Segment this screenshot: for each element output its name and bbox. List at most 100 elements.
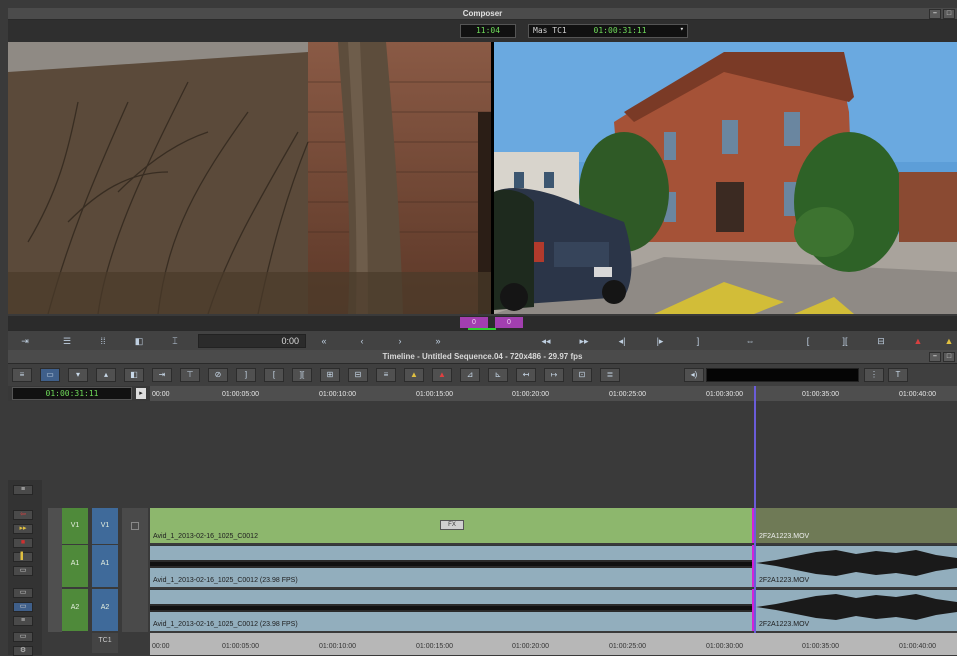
step-forward-button[interactable]: › [389, 334, 411, 348]
a2-clip2-label: 2F2A1223.MOV [759, 621, 810, 628]
trim-right-icon[interactable]: ⊾ [488, 368, 508, 382]
trim-left-icon[interactable]: ⊿ [460, 368, 480, 382]
effect-badge[interactable]: FX [440, 520, 464, 530]
list-view-button[interactable]: ☰ [56, 334, 78, 348]
mark-in-tl-icon[interactable]: [ [264, 368, 284, 382]
clear-marks-button[interactable]: ][ [834, 334, 856, 348]
fast-menu-icon[interactable]: ▸▸ [13, 524, 33, 534]
grid-view-button[interactable]: ⁞⁞ [92, 334, 114, 348]
timeline-menu-icon[interactable]: ≡ [12, 368, 32, 382]
timeline-settings-icon[interactable]: ⋮ [864, 368, 884, 382]
step-back-button[interactable]: ‹ [351, 334, 373, 348]
tc1-track[interactable]: TC1 [92, 633, 118, 653]
timeline-minimize-icon[interactable]: – [929, 352, 941, 362]
a2-source-track[interactable]: A2 [62, 589, 88, 631]
ruler-tick-label: 01:00:05:00 [222, 391, 259, 398]
sync-lock-icon[interactable]: ≡ [13, 616, 33, 626]
timecode-menu-icon[interactable]: ▸ [136, 388, 146, 399]
a2-clip-main[interactable]: Avid_1_2013-02-16_1025_C0012 (23.98 FPS) [150, 589, 754, 631]
render-icon[interactable]: ≣ [600, 368, 620, 382]
source-timecode[interactable]: 11:04 [460, 24, 516, 38]
marker-yellow-icon[interactable]: ▌ [13, 552, 33, 562]
tc-tick-label: 01:00:15:00 [416, 643, 453, 650]
match-frame-button[interactable]: ⇔ [739, 334, 761, 348]
ruler-tick-label: 01:00:30:00 [706, 391, 743, 398]
splice-red-icon[interactable]: ▲ [432, 368, 452, 382]
segment-icon[interactable]: ⊞ [320, 368, 340, 382]
a1-clip2-label: 2F2A1223.MOV [759, 577, 810, 584]
timeline-playhead[interactable] [754, 386, 756, 651]
track-monitor-column [122, 508, 148, 632]
timeline-view-icon[interactable]: ▭ [40, 368, 60, 382]
a1-clip-main[interactable]: Avid_1_2013-02-16_1025_C0012 (23.98 FPS) [150, 545, 754, 587]
minimize-icon[interactable]: – [929, 9, 941, 19]
time-display[interactable]: 0:00 [198, 334, 306, 348]
mark-out-tl-icon[interactable]: ] [236, 368, 256, 382]
record-timecode-display[interactable]: Mas TC1 01:00:31:11 ▾ [528, 24, 688, 38]
source-monitor[interactable] [8, 42, 491, 314]
a2-waveform [150, 604, 754, 612]
record-track-icon[interactable]: ⇦ [13, 510, 33, 520]
v1-record-track[interactable]: V1 [92, 508, 118, 544]
go-to-next-edit-button[interactable]: ▸▸ [573, 334, 595, 348]
clear-icon[interactable]: ⊘ [208, 368, 228, 382]
play-reverse-button[interactable]: ◂| [611, 334, 633, 348]
rewind-fast-button[interactable]: « [313, 334, 335, 348]
lift-icon[interactable]: ▴ [96, 368, 116, 382]
a1-record-track[interactable]: A1 [92, 545, 118, 587]
lift-button[interactable]: ⊟ [870, 334, 892, 348]
timecode-dropdown-icon[interactable]: ▾ [680, 23, 684, 35]
tc-tick-label: 01:00:05:00 [222, 643, 259, 650]
frame-view-button[interactable]: ◧ [128, 334, 150, 348]
v1-clip-second[interactable]: 2F2A1223.MOV [756, 508, 957, 543]
a2-clip-second[interactable]: 2F2A1223.MOV [756, 589, 957, 631]
go-to-previous-edit-button[interactable]: ◂◂ [535, 334, 557, 348]
extract-red-icon[interactable]: ▲ [907, 334, 929, 348]
v1-source-track[interactable]: V1 [62, 508, 88, 544]
stop-icon[interactable]: ■ [13, 538, 33, 548]
audio-track-icon[interactable]: ▭ [13, 632, 33, 642]
overwrite-yellow-icon[interactable]: ▲ [404, 368, 424, 382]
extract-splice-icon[interactable]: ≡ [376, 368, 396, 382]
track-select-icon[interactable]: ▭ [13, 602, 33, 612]
effect-icon[interactable]: ⊡ [572, 368, 592, 382]
close-icon[interactable]: □ [943, 9, 955, 19]
overwrite-icon[interactable]: ▲ [938, 334, 957, 348]
a1-source-track[interactable]: A1 [62, 545, 88, 587]
timeline-current-timecode[interactable]: 01:00:31:11 [12, 387, 132, 400]
timeline-view-small-icon[interactable]: ▭ [13, 588, 33, 598]
fast-forward-button[interactable]: » [427, 334, 449, 348]
quick-transition-icon[interactable]: ◧ [124, 368, 144, 382]
v1-clip-main[interactable]: Avid_1_2013-02-16_1025_C0012 FX [150, 508, 754, 543]
mark-out-button[interactable]: ] [687, 334, 709, 348]
top-icon[interactable]: ⇥ [152, 368, 172, 382]
audio-speaker-icon[interactable]: ◂) [684, 368, 704, 382]
ripple-icon[interactable]: ↤ [516, 368, 536, 382]
record-monitor[interactable] [494, 42, 957, 314]
play-button[interactable]: |▸ [649, 334, 671, 348]
slip-icon[interactable]: ↦ [544, 368, 564, 382]
track-lock-column [48, 508, 62, 632]
mark-out-indicator[interactable]: 0 [495, 317, 523, 328]
video-monitor-icon[interactable] [131, 522, 139, 530]
mark-clip-button[interactable]: ⌶ [164, 334, 186, 348]
mark-in-indicator[interactable]: 0 [460, 317, 488, 328]
a1-clip-second[interactable]: 2F2A1223.MOV [756, 545, 957, 587]
timeline-close-icon[interactable]: □ [943, 352, 955, 362]
lift-overwrite-icon[interactable]: ⊟ [348, 368, 368, 382]
splice-in-icon[interactable]: ▾ [68, 368, 88, 382]
position-bar[interactable]: 0 0 [8, 316, 957, 330]
ruler-tick-label: 01:00:25:00 [609, 391, 646, 398]
enter-tc-button[interactable]: ⇥ [14, 334, 36, 348]
tc-tick-label: 01:00:25:00 [609, 643, 646, 650]
bottom-icon[interactable]: ⊤ [180, 368, 200, 382]
a2-record-track[interactable]: A2 [92, 589, 118, 631]
monitor-icon[interactable]: ▭ [13, 566, 33, 576]
timeline-ruler[interactable]: 00:00 01:00:05:00 01:00:10:00 01:00:15:0… [150, 386, 957, 401]
ruler-tick-label: 01:00:20:00 [512, 391, 549, 398]
mark-in-button[interactable]: [ [797, 334, 819, 348]
ruler-tick-label: 01:00:35:00 [802, 391, 839, 398]
text-tool-icon[interactable]: T [888, 368, 908, 382]
track-menu-icon[interactable]: ≡ [13, 485, 33, 495]
mark-clip-tl-icon[interactable]: ][ [292, 368, 312, 382]
